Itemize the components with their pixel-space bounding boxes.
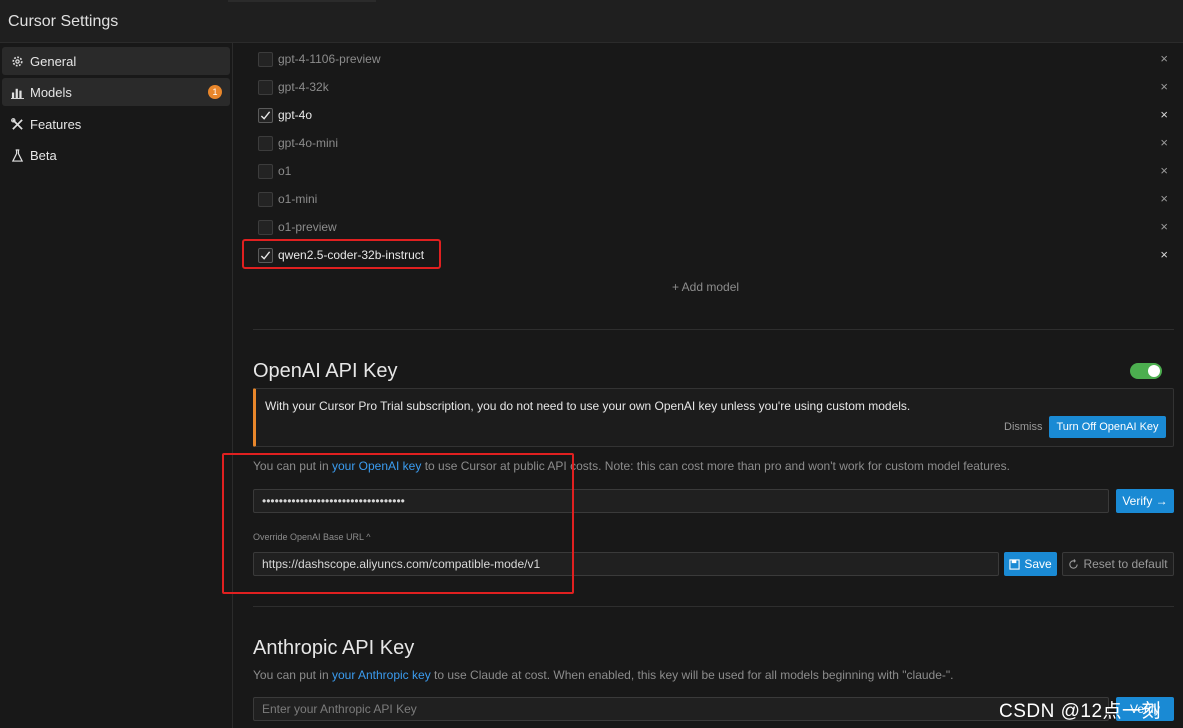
notification-badge: 1	[208, 85, 222, 99]
bar-chart-icon	[10, 85, 24, 99]
sidebar-item-beta[interactable]: Beta	[2, 141, 230, 169]
sidebar-item-label: General	[30, 53, 77, 69]
model-checkbox[interactable]	[258, 219, 273, 235]
trial-notice: With your Cursor Pro Trial subscription,…	[253, 388, 1174, 447]
remove-model-button[interactable]: ×	[1160, 191, 1168, 206]
openai-section-title: OpenAI API Key	[253, 360, 398, 382]
remove-model-button[interactable]: ×	[1160, 51, 1168, 66]
title-bar: Cursor Settings	[0, 0, 1183, 43]
sidebar-item-general[interactable]: General	[2, 47, 230, 75]
turn-off-openai-key-button[interactable]: Turn Off OpenAI Key	[1049, 416, 1166, 438]
save-button[interactable]: Save	[1004, 552, 1057, 576]
tools-icon	[10, 117, 24, 131]
dismiss-button[interactable]: Dismiss	[1004, 421, 1043, 433]
remove-model-button[interactable]: ×	[1160, 107, 1168, 122]
tab-indicator	[228, 0, 376, 2]
openai-key-toggle[interactable]	[1130, 363, 1162, 379]
highlight-box-openai	[222, 453, 574, 594]
remove-model-button[interactable]: ×	[1160, 135, 1168, 150]
model-checkbox[interactable]	[258, 191, 273, 207]
csdn-watermark: CSDN @12点一刻	[999, 701, 1162, 722]
flask-icon	[10, 148, 24, 162]
sidebar-item-label: Features	[30, 116, 82, 132]
model-name: gpt-4o	[278, 108, 313, 122]
model-name: o1-preview	[278, 220, 337, 234]
model-row: gpt-4o ×	[256, 104, 1174, 126]
model-row: gpt-4-32k ×	[256, 76, 1174, 98]
model-row: o1-mini ×	[256, 188, 1174, 210]
model-row: o1-preview ×	[256, 216, 1174, 238]
section-divider	[253, 329, 1174, 330]
model-checkbox[interactable]	[258, 107, 273, 123]
sidebar-item-label: Models	[30, 84, 72, 100]
settings-main: gpt-4-1106-preview × gpt-4-32k × gpt-4o …	[234, 43, 1183, 728]
model-row: o1 ×	[256, 160, 1174, 182]
remove-model-button[interactable]: ×	[1160, 79, 1168, 94]
model-checkbox[interactable]	[258, 79, 273, 95]
anthropic-help-text: You can put in your Anthropic key to use…	[253, 668, 954, 682]
verify-openai-button[interactable]: Verify →	[1116, 489, 1174, 513]
settings-sidebar: General Models 1 Features Beta	[0, 43, 233, 728]
model-name: gpt-4-32k	[278, 80, 329, 94]
sidebar-item-features[interactable]: Features	[2, 110, 230, 138]
reset-to-default-button[interactable]: Reset to default	[1062, 552, 1174, 576]
model-row: gpt-4o-mini ×	[256, 132, 1174, 154]
save-icon	[1009, 558, 1020, 570]
window-title: Cursor Settings	[8, 13, 119, 30]
model-row: gpt-4-1106-preview ×	[256, 48, 1174, 70]
gear-icon	[10, 54, 24, 68]
remove-model-button[interactable]: ×	[1160, 163, 1168, 178]
reset-icon	[1069, 558, 1079, 569]
model-name: o1-mini	[278, 192, 318, 206]
model-name: o1	[278, 164, 292, 178]
anthropic-key-link[interactable]: your Anthropic key	[332, 668, 431, 682]
checkmark-icon	[260, 110, 271, 120]
remove-model-button[interactable]: ×	[1160, 219, 1168, 234]
sidebar-item-label: Beta	[30, 147, 57, 163]
model-checkbox[interactable]	[258, 163, 273, 179]
add-model-button[interactable]: + Add model	[672, 280, 739, 294]
model-checkbox[interactable]	[258, 135, 273, 151]
section-divider	[253, 606, 1174, 607]
model-name: gpt-4-1106-preview	[278, 52, 381, 66]
anthropic-key-input[interactable]: Enter your Anthropic API Key	[253, 697, 1109, 721]
toggle-knob	[1148, 365, 1160, 377]
sidebar-item-models[interactable]: Models 1	[2, 78, 230, 106]
model-name: gpt-4o-mini	[278, 136, 339, 150]
remove-model-button[interactable]: ×	[1160, 247, 1168, 262]
highlight-box-model	[242, 239, 441, 269]
anthropic-section-title: Anthropic API Key	[253, 637, 415, 659]
model-checkbox[interactable]	[258, 51, 273, 67]
notice-text: With your Cursor Pro Trial subscription,…	[265, 399, 911, 413]
